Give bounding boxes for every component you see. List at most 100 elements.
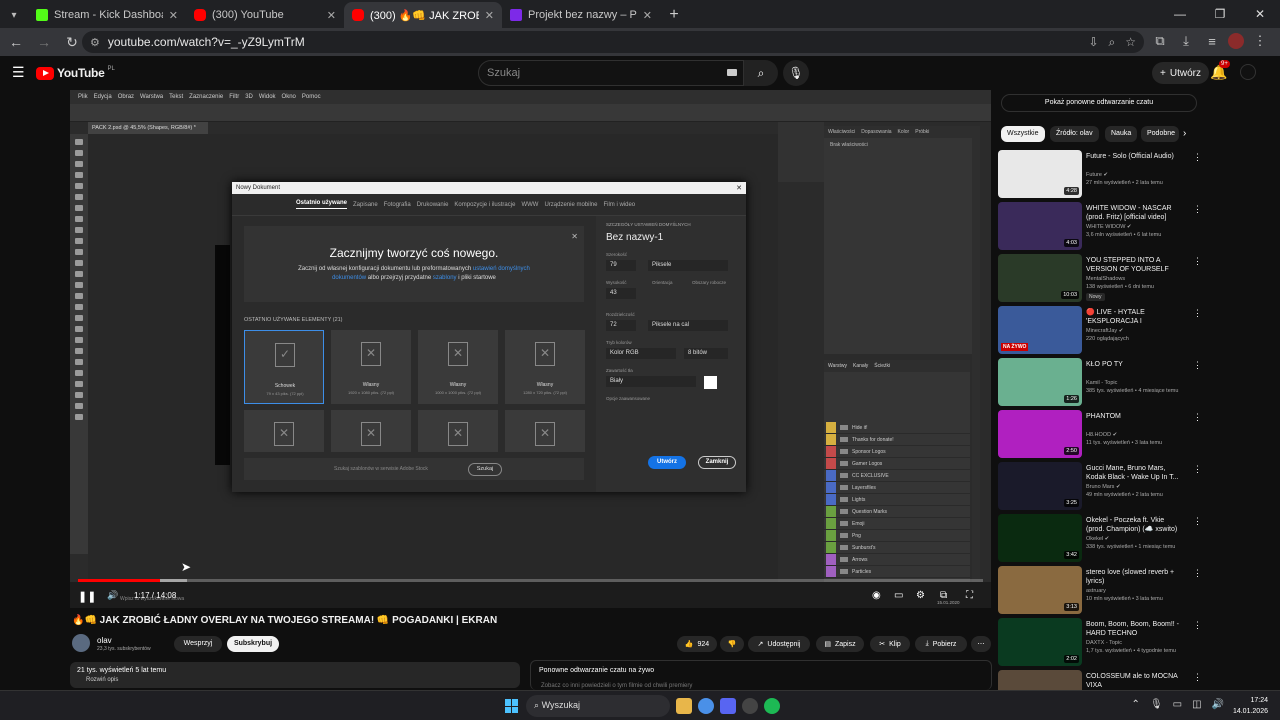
settings-gear-icon[interactable]: ⚙ <box>916 590 925 601</box>
video-title[interactable]: Boom, Boom, Boom, Boom!! - HARD TECHNO <box>1086 620 1182 638</box>
more-options-icon[interactable]: ⋮ <box>1193 256 1202 267</box>
pause-icon[interactable]: ❚❚ <box>78 590 96 603</box>
chip-similar[interactable]: Podobne <box>1141 126 1179 142</box>
video-title[interactable]: COLOSSEUM ale to MOCNA VIXA <box>1086 672 1182 690</box>
dislike-button[interactable]: 👎 <box>720 636 744 652</box>
description-box[interactable]: 21 tys. wyświetleń 5 lat temu Rozwiń opi… <box>70 662 520 688</box>
tab-kick[interactable]: Stream - Kick Dashboard ✕ <box>28 2 186 28</box>
video-title[interactable]: Okekel - Poczeka ft. Vkie (prod. Champio… <box>1086 516 1182 534</box>
windows-start-icon[interactable] <box>505 699 519 713</box>
more-options-icon[interactable]: ⋮ <box>1193 620 1202 631</box>
more-options-icon[interactable]: ⋮ <box>1193 360 1202 371</box>
obs-icon[interactable] <box>742 698 758 714</box>
video-thumbnail[interactable]: 3:42 <box>998 514 1082 562</box>
save-button[interactable]: ▤ Zapisz <box>816 636 864 652</box>
more-actions-button[interactable]: ⋯ <box>971 636 991 652</box>
video-player[interactable]: Plik Edycja Obraz Warstwa Tekst Zaznaczenie Fi… <box>70 90 991 608</box>
search-input[interactable]: Szukaj <box>478 60 744 86</box>
site-info-icon[interactable]: ⚙ <box>90 36 100 49</box>
like-button[interactable]: 👍 924 <box>677 636 717 652</box>
recommended-video[interactable]: 3:13 stereo love (slowed reverb + lyrics)… <box>998 566 1202 616</box>
support-button[interactable]: Wesprzyj <box>174 636 222 652</box>
discord-icon[interactable] <box>720 698 736 714</box>
install-app-icon[interactable]: ⇩ <box>1088 35 1098 50</box>
menu-icon[interactable]: ☰ <box>12 64 25 81</box>
chrome-menu-icon[interactable]: ⋮ <box>1250 31 1270 51</box>
chip-all[interactable]: Wszystkie <box>1001 126 1045 142</box>
recommended-video[interactable]: 4:03 WHITE WIDOW - NASCAR (prod. Fritz) [… <box>998 202 1202 252</box>
search-button[interactable]: ⌕ <box>744 60 778 86</box>
video-thumbnail[interactable]: 4:03 <box>998 202 1082 250</box>
chip-science[interactable]: Nauka <box>1105 126 1138 142</box>
reload-icon[interactable]: ↻ <box>60 30 84 54</box>
speaker-icon[interactable]: 🔊 <box>1212 699 1224 710</box>
file-explorer-icon[interactable] <box>676 698 692 714</box>
zoom-icon[interactable]: ⌕ <box>1109 35 1116 50</box>
network-icon[interactable]: ◫ <box>1192 699 1201 710</box>
back-icon[interactable]: ← <box>4 30 28 54</box>
video-title[interactable]: PHANTOM <box>1086 412 1182 421</box>
video-title[interactable]: YOU STEPPED INTO A VERSION OF YOURSELF T… <box>1086 256 1182 275</box>
tab-groups-icon[interactable]: ≡ <box>1202 31 1222 51</box>
new-tab-button[interactable]: + <box>660 2 688 28</box>
tab-close-icon[interactable]: ✕ <box>327 9 336 22</box>
video-thumbnail[interactable]: 3:13 <box>998 566 1082 614</box>
chrome-icon[interactable] <box>698 698 714 714</box>
subscribe-button[interactable]: Subskrybuj <box>227 636 279 652</box>
tab-youtube[interactable]: (300) YouTube ✕ <box>186 2 344 28</box>
expand-description[interactable]: Rozwiń opis <box>86 677 118 683</box>
tray-chevron-icon[interactable]: ⌃ <box>1132 699 1140 710</box>
recommended-video[interactable]: 10:03 YOU STEPPED INTO A VERSION OF YOURS… <box>998 254 1202 304</box>
more-options-icon[interactable]: ⋮ <box>1193 204 1202 215</box>
video-thumbnail[interactable]: 4:28 <box>998 150 1082 198</box>
more-options-icon[interactable]: ⋮ <box>1193 412 1202 423</box>
video-thumbnail[interactable]: NA ŻYWO <box>998 306 1082 354</box>
more-options-icon[interactable]: ⋮ <box>1193 152 1202 163</box>
video-title[interactable]: KŁO PO TY <box>1086 360 1182 369</box>
mic-tray-icon[interactable]: 🎙 <box>1150 699 1163 710</box>
extensions-icon[interactable]: ⧉ <box>1150 31 1170 51</box>
channel-avatar[interactable] <box>72 634 90 652</box>
video-thumbnail[interactable]: 3:25 <box>998 462 1082 510</box>
tab-video-active[interactable]: (300) 🔥👊 JAK ZROBIĆ ŁAD ✕ <box>344 2 502 28</box>
recommended-video[interactable]: 1:26 KŁO PO TY Kamil - Topic 385 tys. wyświ… <box>998 358 1202 408</box>
restore-icon[interactable]: ❐ <box>1200 0 1240 28</box>
share-button[interactable]: ↗ Udostępnij <box>748 636 810 652</box>
chips-next-icon[interactable]: › <box>1183 128 1186 139</box>
video-thumbnail[interactable]: 1:26 <box>998 358 1082 406</box>
video-thumbnail[interactable]: 2:50 <box>998 410 1082 458</box>
download-button[interactable]: ⤓ Pobierz <box>915 636 967 652</box>
tab-search-chevron-icon[interactable]: ▾ <box>0 2 28 28</box>
recommended-video[interactable]: 3:25 Gucci Mane, Bruno Mars, Kodak Black … <box>998 462 1202 512</box>
minimize-icon[interactable]: — <box>1160 0 1200 28</box>
more-options-icon[interactable]: ⋮ <box>1193 308 1202 319</box>
download-icon[interactable]: ⤓ <box>1176 31 1196 51</box>
more-options-icon[interactable]: ⋮ <box>1193 568 1202 579</box>
video-thumbnail[interactable]: 10:03 <box>998 254 1082 302</box>
taskbar-clock[interactable]: 17:24 14.01.2026 <box>1233 695 1268 717</box>
video-title[interactable]: WHITE WIDOW - NASCAR (prod. Fritz) [offi… <box>1086 204 1182 222</box>
recommended-video[interactable]: 2:02 Boom, Boom, Boom, Boom!! - HARD TECH… <box>998 618 1202 668</box>
video-thumbnail[interactable]: 2:02 <box>998 618 1082 666</box>
video-title[interactable]: 🔴 LIVE - HYTALE 'EKSPLORACJA I ULEPSZENI… <box>1086 308 1182 327</box>
youtube-logo[interactable]: YouTube PL <box>36 66 115 80</box>
recommended-video[interactable]: 3:42 Okekel - Poczeka ft. Vkie (prod. Cha… <box>998 514 1202 564</box>
recommended-video[interactable]: NA ŻYWO 🔴 LIVE - HYTALE 'EKSPLORACJA I UL… <box>998 306 1202 356</box>
more-options-icon[interactable]: ⋮ <box>1193 464 1202 475</box>
clip-button[interactable]: ✂ Klip <box>870 636 910 652</box>
window-close-icon[interactable]: ✕ <box>1240 0 1280 28</box>
tab-canva[interactable]: Projekt bez nazwy – Prezentacja ✕ <box>502 2 660 28</box>
tab-close-icon[interactable]: ✕ <box>485 9 494 22</box>
address-bar[interactable]: ⚙ youtube.com/watch?v=_-yZ9LymTrM ⇩ ⌕ ☆ <box>82 31 1144 53</box>
video-title[interactable]: Future - Solo (Official Audio) <box>1086 152 1182 161</box>
channel-name[interactable]: olav <box>97 636 112 645</box>
tab-close-icon[interactable]: ✕ <box>169 9 178 22</box>
autoplay-toggle-icon[interactable]: ◉ <box>872 590 881 601</box>
profile-avatar[interactable] <box>1228 33 1244 49</box>
user-avatar[interactable] <box>1240 64 1256 80</box>
spotify-icon[interactable] <box>764 698 780 714</box>
keyboard-icon[interactable] <box>727 69 737 76</box>
recommended-video[interactable]: 4:28 Future - Solo (Official Audio) Future… <box>998 150 1202 200</box>
recommended-video[interactable]: 2:50 PHANTOM H8.HOOD ✔ 11 tys. wyświetleń •… <box>998 410 1202 460</box>
voice-search-button[interactable]: 🎙 <box>783 60 809 86</box>
